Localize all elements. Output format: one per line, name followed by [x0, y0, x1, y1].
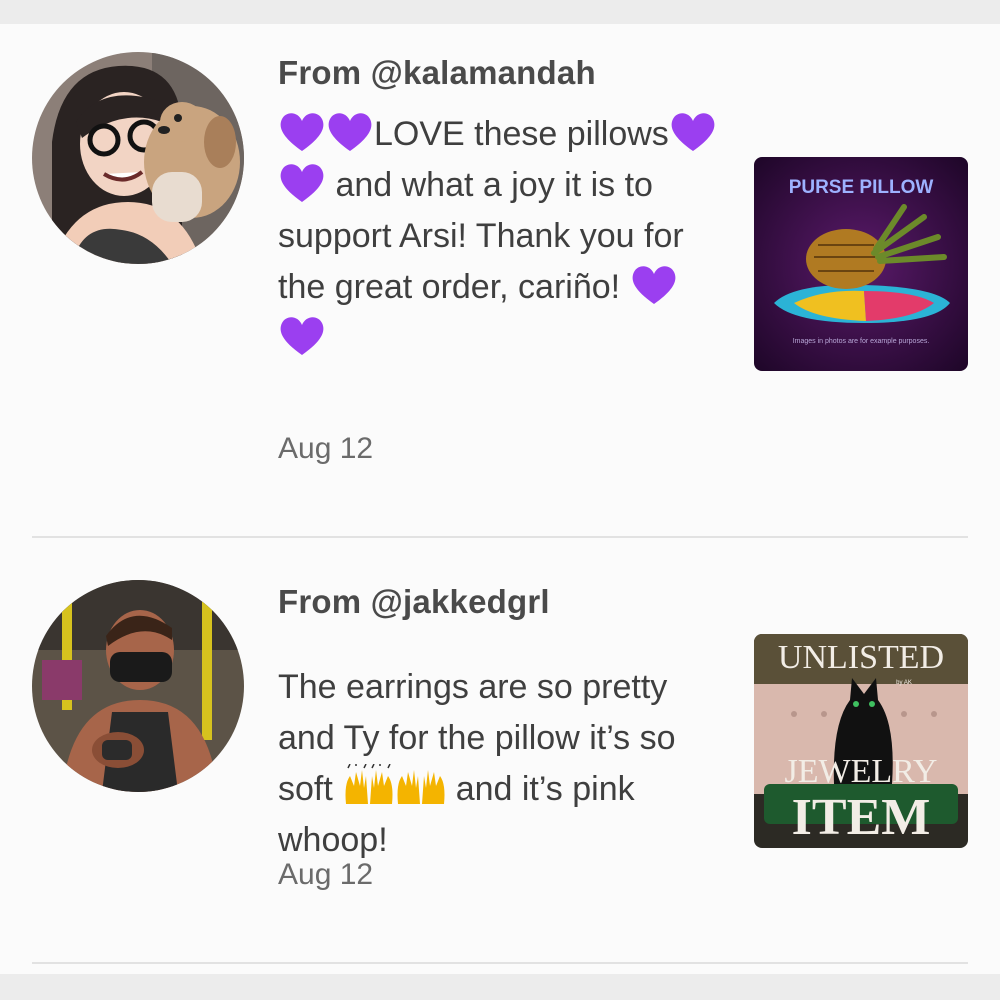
review-item: From @jakkedgrl The earrings are so pret… [0, 536, 1000, 962]
thumbnail-title: PURSE PILLOW [789, 177, 934, 198]
review-date: Aug 12 [278, 858, 374, 891]
purple-heart-icon [280, 164, 324, 202]
reviewer-handle[interactable]: From @kalamandah [278, 54, 596, 92]
purple-heart-icon [328, 113, 372, 151]
reviewer-handle[interactable]: From @jakkedgrl [278, 583, 550, 621]
purple-heart-icon [632, 266, 675, 304]
raising-hands-icon [397, 770, 445, 804]
review-message: LOVE these pillows and what a joy it is … [278, 109, 728, 364]
divider [32, 962, 968, 964]
review-text: and what a joy it is to support Arsi! Th… [278, 166, 684, 306]
review-message: The earrings are so pretty and Ty for th… [278, 662, 728, 866]
review-text: LOVE these pillows [374, 115, 669, 153]
review-date: Aug 12 [278, 432, 374, 465]
review-item: From @kalamandah LOVE these pillows and … [0, 24, 1000, 536]
reviewer-avatar[interactable] [32, 580, 244, 792]
product-thumbnail[interactable]: PURSE PILLOW Images in photos are for ex… [754, 157, 968, 371]
thumbnail-caption: Images in photos are for example purpose… [793, 338, 930, 345]
thumbnail-line2: JEWELRY [785, 753, 938, 790]
purple-heart-icon [280, 113, 324, 151]
raising-hands-icon [345, 764, 393, 804]
thumbnail-line1: UNLISTED [778, 639, 944, 676]
thumbnail-line3: ITEM [792, 789, 931, 846]
reviews-panel: From @kalamandah LOVE these pillows and … [0, 24, 1000, 974]
product-thumbnail[interactable]: UNLISTED by AK JEWELRY ITEM [754, 634, 968, 848]
purple-heart-icon [671, 113, 715, 151]
purple-heart-icon [280, 317, 324, 355]
thumbnail-small: by AK [896, 680, 912, 686]
reviewer-avatar[interactable] [32, 52, 244, 264]
